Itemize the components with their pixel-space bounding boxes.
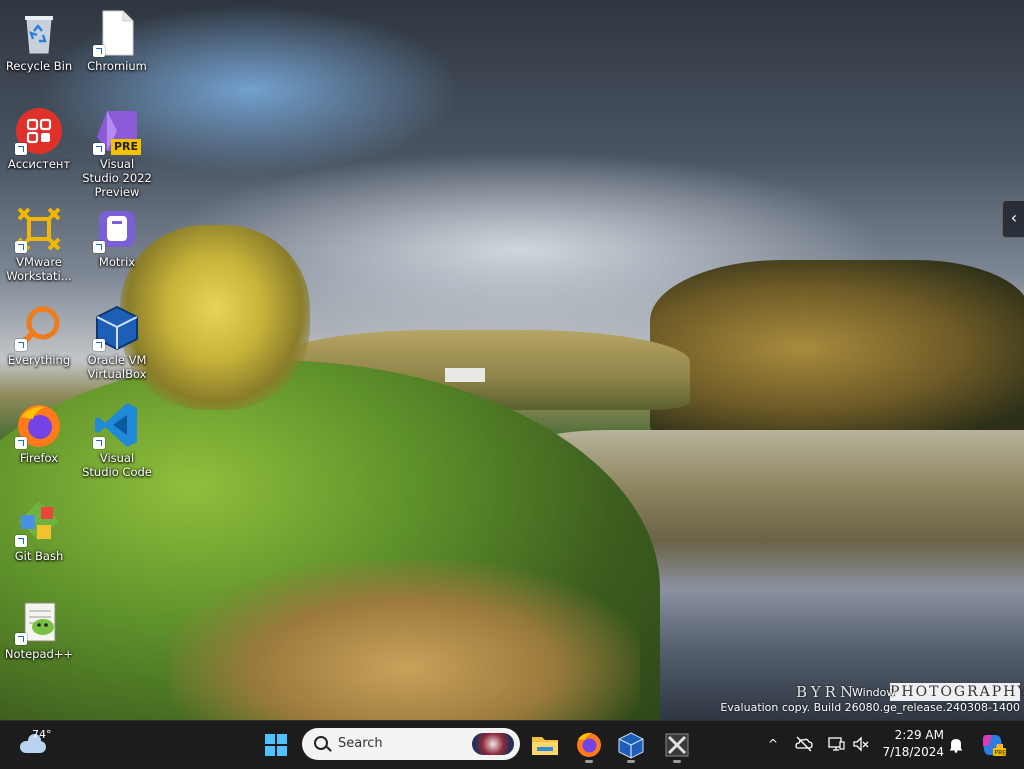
watermark-left-text: BYRN: [796, 683, 858, 701]
folder-icon: [532, 737, 558, 755]
desktop-icon-vmware-workstation[interactable]: VMware Workstati...: [1, 198, 77, 292]
search-placeholder: Search: [338, 736, 383, 751]
wallpaper-trees-right: [650, 260, 1024, 435]
shortcut-arrow-icon: [15, 437, 27, 449]
taskbar: 74° Search ^ 2:29 AM 7/18/2024 PRE: [0, 720, 1024, 769]
shortcut-arrow-icon: [15, 143, 27, 155]
desktop-icon-visual-studio-code[interactable]: Visual Studio Code: [79, 394, 155, 488]
wallpaper-house: [445, 368, 485, 382]
evaluation-copy-text: Evaluation copy. Build 26080.ge_release.…: [720, 701, 1020, 714]
desktop-icon-visual-studio-2022-preview[interactable]: PRE Visual Studio 2022 Preview: [79, 100, 155, 199]
desktop-icon-notepad-plus-plus[interactable]: Notepad++: [1, 590, 77, 684]
search-highlight-image[interactable]: [472, 733, 514, 755]
shortcut-arrow-icon: [93, 143, 105, 155]
running-indicator: [673, 760, 681, 763]
desktop-icon-label: Chromium: [87, 59, 147, 73]
wallpaper-watermark: BYRN PHOTOGRAPHY: [796, 683, 1024, 703]
desktop-icon-motrix[interactable]: Motrix: [79, 198, 155, 292]
cloud-icon: [20, 734, 46, 753]
visual-studio-icon: PRE: [93, 107, 141, 155]
desktop-icon-firefox[interactable]: Firefox: [1, 394, 77, 488]
desktop-icon-recycle-bin[interactable]: Recycle Bin: [1, 2, 77, 96]
start-button[interactable]: [258, 727, 294, 763]
notepad-plus-plus-icon: [15, 597, 63, 645]
copilot-icon[interactable]: PRE: [980, 732, 1006, 758]
weather-widget[interactable]: 74°: [18, 728, 66, 761]
desktop-icon-oracle-vm-virtualbox[interactable]: Oracle VM VirtualBox: [79, 296, 155, 390]
search-input[interactable]: Search: [302, 728, 520, 760]
desktop-icon-label: Recycle Bin: [5, 59, 73, 73]
desktop-wallpaper[interactable]: Recycle Bin Chromium Ассистент PRE Visua…: [0, 0, 1024, 720]
display-icon[interactable]: [827, 735, 845, 753]
motrix-icon: [93, 205, 141, 253]
desktop-icon-chromium[interactable]: Chromium: [79, 2, 155, 96]
shortcut-arrow-icon: [93, 45, 105, 57]
clock-date: 7/18/2024: [882, 745, 944, 759]
desktop-icon-label: Visual Studio Code: [82, 451, 152, 479]
desktop-icon-git-bash[interactable]: Git Bash: [1, 492, 77, 586]
desktop-icon-everything[interactable]: Everything: [1, 296, 77, 390]
taskbar-app-firefox[interactable]: [571, 727, 607, 763]
virtualbox-icon: [618, 732, 644, 759]
tools-icon: [665, 733, 689, 757]
volume-muted-icon[interactable]: [852, 735, 870, 753]
widgets-side-tab[interactable]: ‹: [1002, 200, 1024, 238]
desktop-icon-assistant[interactable]: Ассистент: [1, 100, 77, 194]
recycle-bin-icon: [15, 9, 63, 57]
watermark-right-text: PHOTOGRAPHY: [890, 683, 1024, 701]
desktop-icon-label: Everything: [7, 353, 71, 367]
taskbar-app-file-explorer[interactable]: [527, 727, 563, 763]
desktop-icon-label: Visual Studio 2022 Preview: [82, 157, 152, 199]
vscode-icon: [93, 401, 141, 449]
shortcut-arrow-icon: [93, 241, 105, 253]
weather-temperature: 74°: [32, 728, 52, 741]
desktop-icon-label: Ассистент: [7, 157, 71, 171]
shortcut-arrow-icon: [15, 535, 27, 547]
chevron-left-icon: ‹: [1010, 208, 1018, 227]
wallpaper-reeds: [170, 560, 640, 720]
shortcut-arrow-icon: [93, 437, 105, 449]
notification-bell-icon[interactable]: [949, 737, 963, 753]
shortcut-arrow-icon: [15, 241, 27, 253]
running-indicator: [627, 760, 635, 763]
shortcut-arrow-icon: [93, 339, 105, 351]
onedrive-offline-icon[interactable]: [795, 735, 813, 753]
desktop-icon-label: Motrix: [98, 255, 136, 269]
taskbar-app-virtualbox[interactable]: [613, 727, 649, 763]
desktop-icon-label: Firefox: [19, 451, 59, 465]
taskbar-app-tools[interactable]: [659, 727, 695, 763]
chevron-up-icon: ^: [767, 737, 779, 751]
desktop-icon-label: Notepad++: [4, 647, 74, 661]
windows-logo-icon: [265, 734, 287, 756]
desktop-icon-label: Oracle VM VirtualBox: [87, 353, 147, 381]
show-hidden-icons-button[interactable]: ^: [764, 735, 782, 753]
desktop-icon-label: VMware Workstati...: [6, 255, 72, 283]
svg-text:PRE: PRE: [995, 750, 1007, 757]
clock-time: 2:29 AM: [894, 728, 944, 742]
blank-file-icon: [93, 9, 141, 57]
shortcut-arrow-icon: [15, 633, 27, 645]
everything-search-icon: [15, 303, 63, 351]
windows-edition-text: Window: [852, 686, 896, 699]
firefox-icon: [577, 732, 601, 757]
shortcut-arrow-icon: [15, 339, 27, 351]
git-bash-icon: [15, 499, 63, 547]
firefox-icon: [15, 401, 63, 449]
search-icon: [314, 736, 328, 750]
desktop-icon-label: Git Bash: [14, 549, 64, 563]
vmware-icon: [15, 205, 63, 253]
virtualbox-icon: [93, 303, 141, 351]
preview-badge: PRE: [110, 139, 141, 155]
system-clock[interactable]: 2:29 AM 7/18/2024: [880, 727, 944, 761]
assistant-icon: [15, 107, 63, 155]
running-indicator: [585, 760, 593, 763]
